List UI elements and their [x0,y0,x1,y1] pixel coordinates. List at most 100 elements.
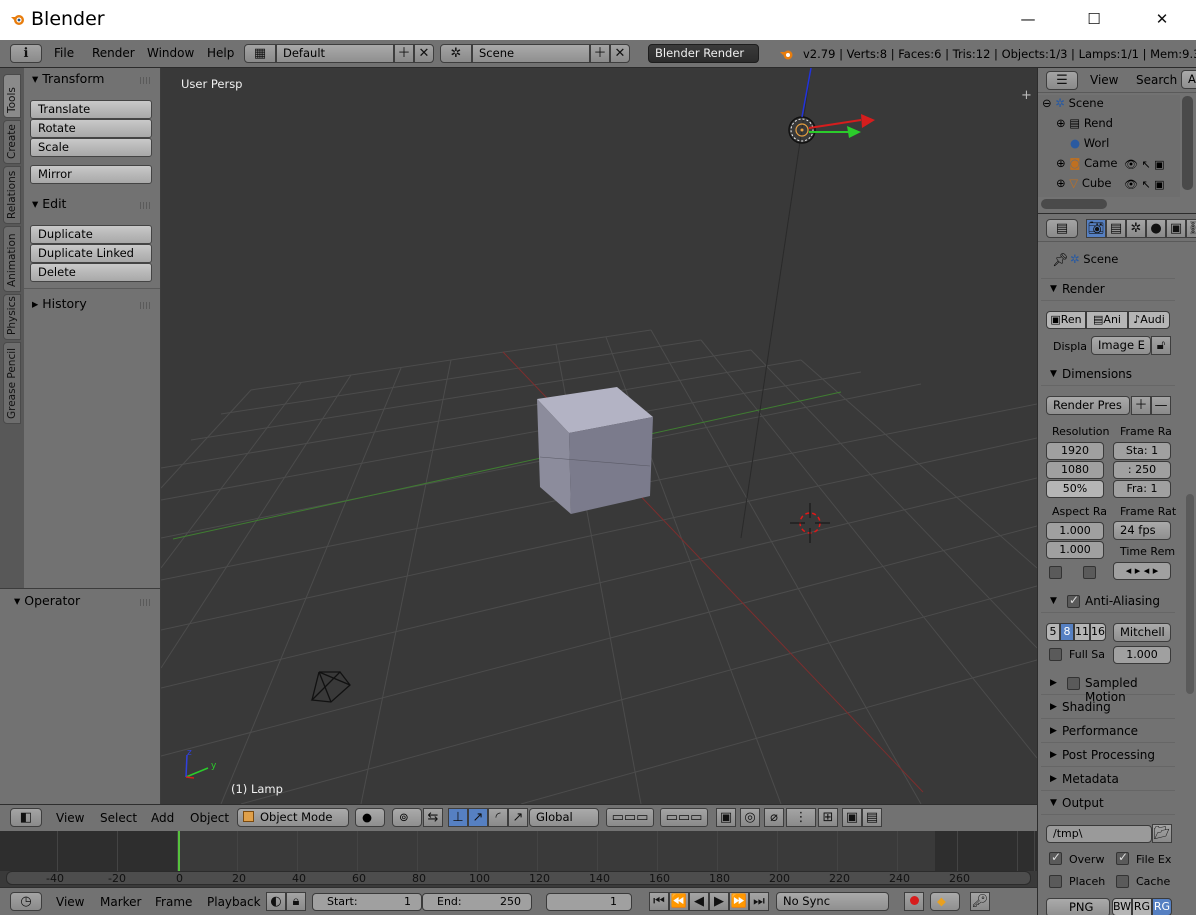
panel-grip-icon[interactable] [140,302,152,309]
jump-keyframe-forward-icon[interactable]: ⏩ [729,892,749,911]
translate-button[interactable]: Translate [30,100,152,119]
color-mode-rgba[interactable]: RG [1152,898,1172,915]
aa-samples-16[interactable]: 16 [1090,623,1106,641]
preset-remove-icon[interactable]: — [1151,396,1171,415]
minimize-button[interactable]: — [1016,8,1040,30]
play-icon[interactable]: ▶ [709,892,729,911]
tab-relations[interactable]: Relations [3,166,21,224]
keying-set-icon[interactable]: ◆ [930,892,960,911]
menu-render[interactable]: Render [92,46,135,60]
properties-scrollbar[interactable] [1186,494,1194,694]
manipulator-toggle-icon[interactable]: ⇆ [423,808,443,827]
scene-remove-icon[interactable]: ✕ [610,44,630,63]
layers-group-2-icon[interactable]: ▭▭▭ [660,808,708,827]
aa-samples-8[interactable]: 8 [1060,623,1074,641]
border-checkbox[interactable] [1049,566,1062,579]
color-mode-rgb[interactable]: RG [1132,898,1152,915]
crop-checkbox[interactable] [1083,566,1096,579]
outliner-row-cube[interactable]: ⊕ ▽ Cube [1056,176,1112,196]
aa-filter-selector[interactable]: Mitchell [1113,623,1171,642]
layout-grid-icon[interactable]: ▦ [244,44,276,63]
aspect-y-field[interactable]: 1.000 [1046,541,1104,559]
lock-layers-icon[interactable]: ▣ [716,808,736,827]
menu-file[interactable]: File [54,46,74,60]
display-selector[interactable]: Image E [1091,336,1151,355]
menu-view[interactable]: View [1090,73,1118,87]
viewport-shading-icon[interactable]: ● [355,808,385,827]
layout-selector[interactable]: Default [276,44,394,63]
scene-icon[interactable]: ✲ [440,44,472,63]
viewport-canvas[interactable] [161,68,1037,804]
cube-object[interactable] [537,387,653,514]
scene-selector[interactable]: Scene [472,44,590,63]
menu-view[interactable]: View [56,895,84,909]
eye-icon[interactable]: 👁︎ ↖ ▣ [1124,158,1165,171]
manipulator-extra-icon[interactable]: ↗ [508,808,528,827]
panel-grip-icon[interactable] [140,77,152,84]
history-panel-header[interactable]: ▸ History [32,296,87,311]
menu-search[interactable]: Search [1136,73,1177,87]
duplicate-linked-button[interactable]: Duplicate Linked [30,244,152,263]
scene-add-icon[interactable]: ＋ [590,44,610,63]
tab-animation[interactable]: Animation [3,226,21,292]
post-processing-panel-header[interactable]: ▶ Post Processing [1041,745,1175,767]
snap-target-icon[interactable]: ⊞ [818,808,838,827]
cache-result-checkbox[interactable] [1116,875,1129,888]
menu-select[interactable]: Select [100,811,137,825]
layout-add-icon[interactable]: ＋ [394,44,414,63]
color-mode-bw[interactable]: BW [1112,898,1132,915]
record-icon[interactable] [904,892,924,911]
end-frame-field[interactable]: End: 250 [422,893,532,911]
render-engine-selector[interactable]: Blender Render [648,44,759,63]
panel-grip-icon[interactable] [140,202,152,209]
lock-interface-icon[interactable]: 🔓︎ [1151,336,1171,355]
render-image-button[interactable]: ▣Ren [1046,311,1086,329]
aspect-x-field[interactable]: 1.000 [1046,522,1104,540]
editor-type-info-icon[interactable]: ℹ [10,44,42,63]
timeline[interactable]: -40 -20 0 20 40 60 80 100 120 140 160 18… [0,831,1037,887]
editor-type-3d-icon[interactable]: ◧ [10,808,42,827]
close-button[interactable]: ✕ [1150,8,1174,30]
resolution-y-field[interactable]: 1080 [1046,461,1104,479]
mirror-button[interactable]: Mirror [30,165,152,184]
menu-window[interactable]: Window [147,46,194,60]
outliner-row-camera[interactable]: ⊕ ◙ Came [1056,156,1117,176]
world-context-icon[interactable]: ● [1146,219,1166,238]
file-format-selector[interactable]: PNG [1046,898,1110,915]
pin-icon[interactable]: 📌︎ [1052,253,1069,268]
anti-aliasing-checkbox[interactable] [1067,593,1080,608]
dimensions-panel-header[interactable]: ▼ Dimensions [1041,364,1175,386]
translate-manipulator-icon[interactable]: ⊥ [448,808,468,827]
3d-cursor-icon[interactable] [790,503,830,543]
menu-help[interactable]: Help [207,46,234,60]
outliner-row-scene[interactable]: ⊖ ✲ Scene [1042,96,1104,116]
editor-type-outliner-icon[interactable]: ☰ [1046,71,1078,90]
transform-panel-header[interactable]: ▾ Transform [32,71,104,86]
menu-playback[interactable]: Playback [207,895,261,909]
render-animation-icon[interactable]: ▤ [862,808,882,827]
aa-samples-11[interactable]: 11 [1074,623,1090,641]
display-mode-selector[interactable]: A [1181,70,1196,89]
snap-toggle-icon[interactable]: ⌀ [764,808,784,827]
scale-button[interactable]: Scale [30,138,152,157]
object-context-icon[interactable]: ▣ [1166,219,1186,238]
file-extensions-checkbox[interactable] [1116,850,1129,865]
frame-rate-selector[interactable]: 24 fps [1113,521,1171,540]
pivot-point-icon[interactable]: ⊚ [392,808,422,827]
sync-mode-selector[interactable]: No Sync [776,892,889,911]
edit-panel-header[interactable]: ▾ Edit [32,196,66,211]
metadata-panel-header[interactable]: ▶ Metadata [1041,769,1175,791]
scene-context-icon[interactable]: ✲ [1126,219,1146,238]
tab-tools[interactable]: Tools [3,74,21,118]
duplicate-button[interactable]: Duplicate [30,225,152,244]
overwrite-checkbox[interactable] [1049,850,1062,865]
constraints-context-icon[interactable]: ⛓ [1186,219,1196,238]
frame-end-field[interactable]: : 250 [1113,461,1171,479]
scale-manipulator-icon[interactable]: ◜ [488,808,508,827]
rotate-button[interactable]: Rotate [30,119,152,138]
rotate-manipulator-icon[interactable]: ↗ [468,808,488,827]
sampled-motion-checkbox[interactable] [1067,677,1080,690]
anti-aliasing-panel-header[interactable]: ▼Anti-Aliasing [1041,591,1175,613]
render-animation-button[interactable]: ▤Ani [1086,311,1128,329]
time-remap-field[interactable]: ◂ ▸ ◂ ▸ [1113,562,1171,580]
